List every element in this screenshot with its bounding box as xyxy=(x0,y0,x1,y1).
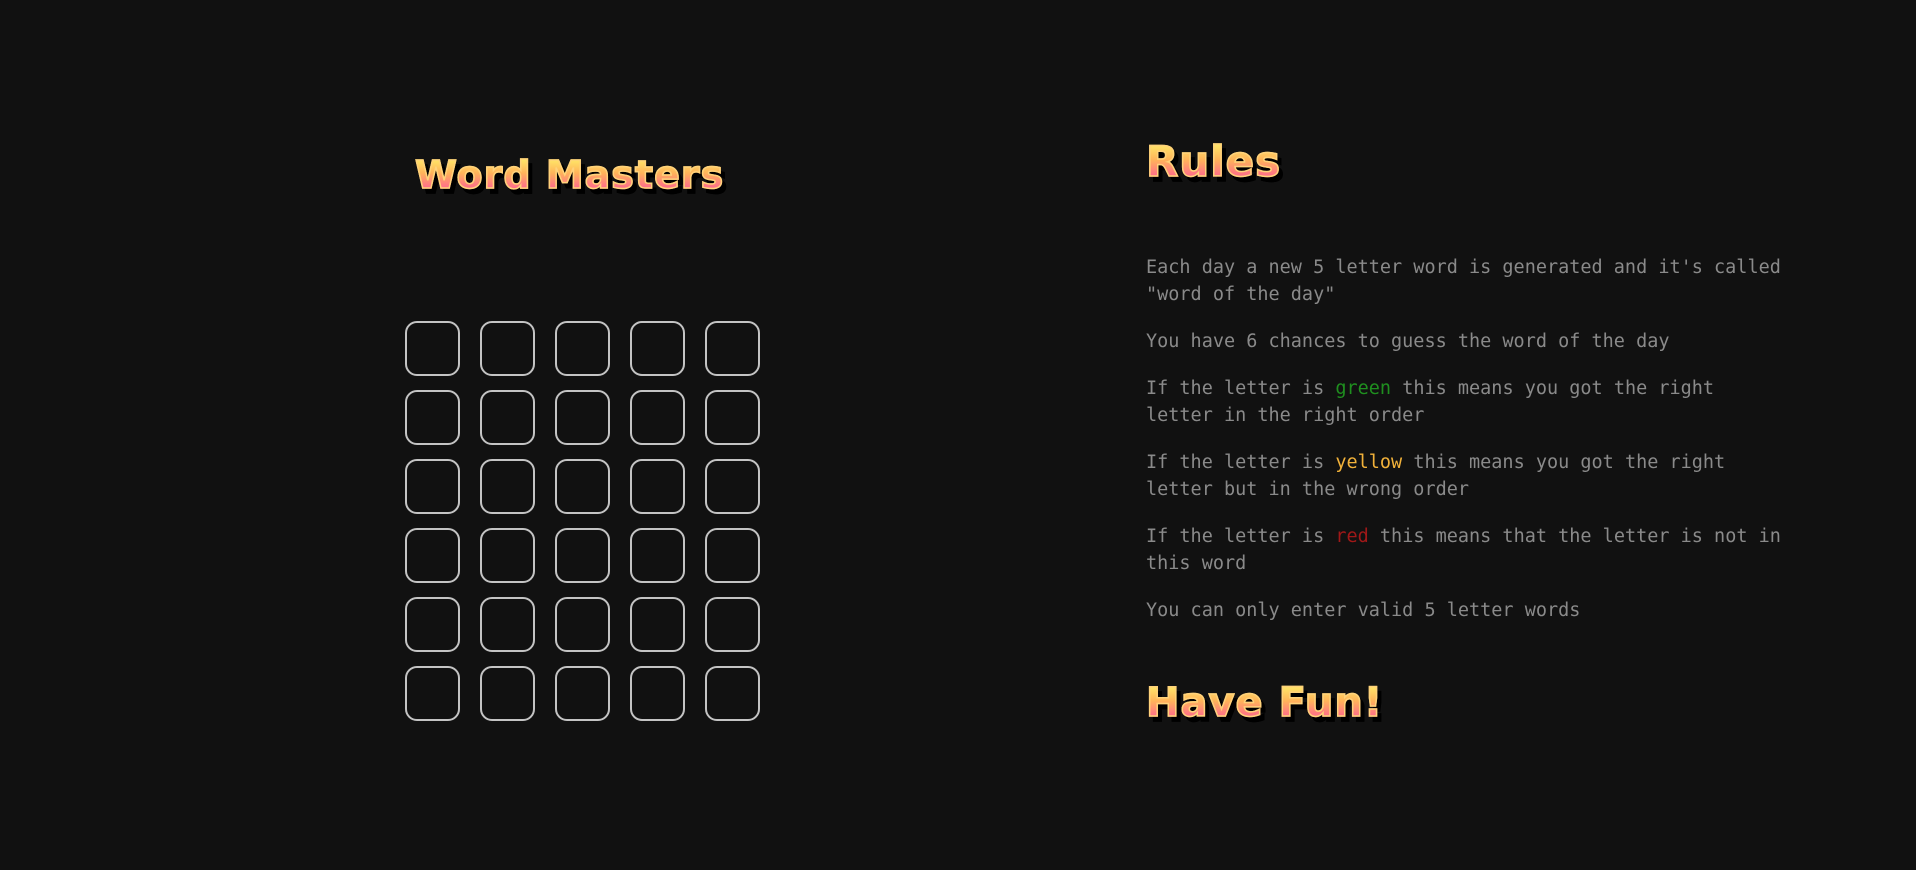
letter-tile[interactable] xyxy=(405,528,460,583)
rules-list: Each day a new 5 letter word is generate… xyxy=(1146,254,1786,644)
letter-tile[interactable] xyxy=(480,459,535,514)
rule-color-keyword: green xyxy=(1335,378,1392,399)
letter-tile[interactable] xyxy=(480,528,535,583)
rule-item: If the letter is yellow this means you g… xyxy=(1146,449,1786,503)
rule-text: Each day a new 5 letter word is generate… xyxy=(1146,257,1781,305)
rule-item: If the letter is green this means you go… xyxy=(1146,375,1786,429)
letter-tile[interactable] xyxy=(630,666,685,721)
rules-title: Rules xyxy=(1145,137,1282,186)
rule-item: If the letter is red this means that the… xyxy=(1146,523,1786,577)
letter-tile[interactable] xyxy=(555,459,610,514)
game-board[interactable] xyxy=(405,321,760,721)
letter-tile[interactable] xyxy=(630,390,685,445)
have-fun-title: Have Fun! xyxy=(1145,680,1384,726)
letter-tile[interactable] xyxy=(405,597,460,652)
letter-tile[interactable] xyxy=(405,459,460,514)
letter-tile[interactable] xyxy=(480,597,535,652)
game-title: Word Masters xyxy=(414,153,725,197)
rule-text: If the letter is xyxy=(1146,526,1336,547)
letter-tile[interactable] xyxy=(480,390,535,445)
letter-tile[interactable] xyxy=(405,321,460,376)
rule-text: You can only enter valid 5 letter words xyxy=(1146,600,1581,621)
rule-text: If the letter is xyxy=(1146,452,1336,473)
rule-color-keyword: red xyxy=(1335,526,1369,547)
letter-tile[interactable] xyxy=(705,528,760,583)
letter-tile[interactable] xyxy=(555,528,610,583)
rule-text: If the letter is xyxy=(1146,378,1336,399)
letter-tile[interactable] xyxy=(705,597,760,652)
letter-tile[interactable] xyxy=(555,666,610,721)
letter-tile[interactable] xyxy=(480,321,535,376)
letter-tile[interactable] xyxy=(555,597,610,652)
letter-tile[interactable] xyxy=(705,390,760,445)
letter-tile[interactable] xyxy=(405,666,460,721)
letter-tile[interactable] xyxy=(630,321,685,376)
letter-tile[interactable] xyxy=(480,666,535,721)
letter-tile[interactable] xyxy=(555,390,610,445)
rule-item: You have 6 chances to guess the word of … xyxy=(1146,328,1786,355)
letter-tile[interactable] xyxy=(630,459,685,514)
letter-tile[interactable] xyxy=(705,459,760,514)
rule-item: Each day a new 5 letter word is generate… xyxy=(1146,254,1786,308)
letter-tile[interactable] xyxy=(705,321,760,376)
letter-tile[interactable] xyxy=(705,666,760,721)
rule-text: You have 6 chances to guess the word of … xyxy=(1146,331,1670,352)
rule-item: You can only enter valid 5 letter words xyxy=(1146,597,1786,624)
letter-tile[interactable] xyxy=(555,321,610,376)
letter-tile[interactable] xyxy=(405,390,460,445)
rule-color-keyword: yellow xyxy=(1335,452,1403,473)
letter-tile[interactable] xyxy=(630,528,685,583)
letter-tile[interactable] xyxy=(630,597,685,652)
